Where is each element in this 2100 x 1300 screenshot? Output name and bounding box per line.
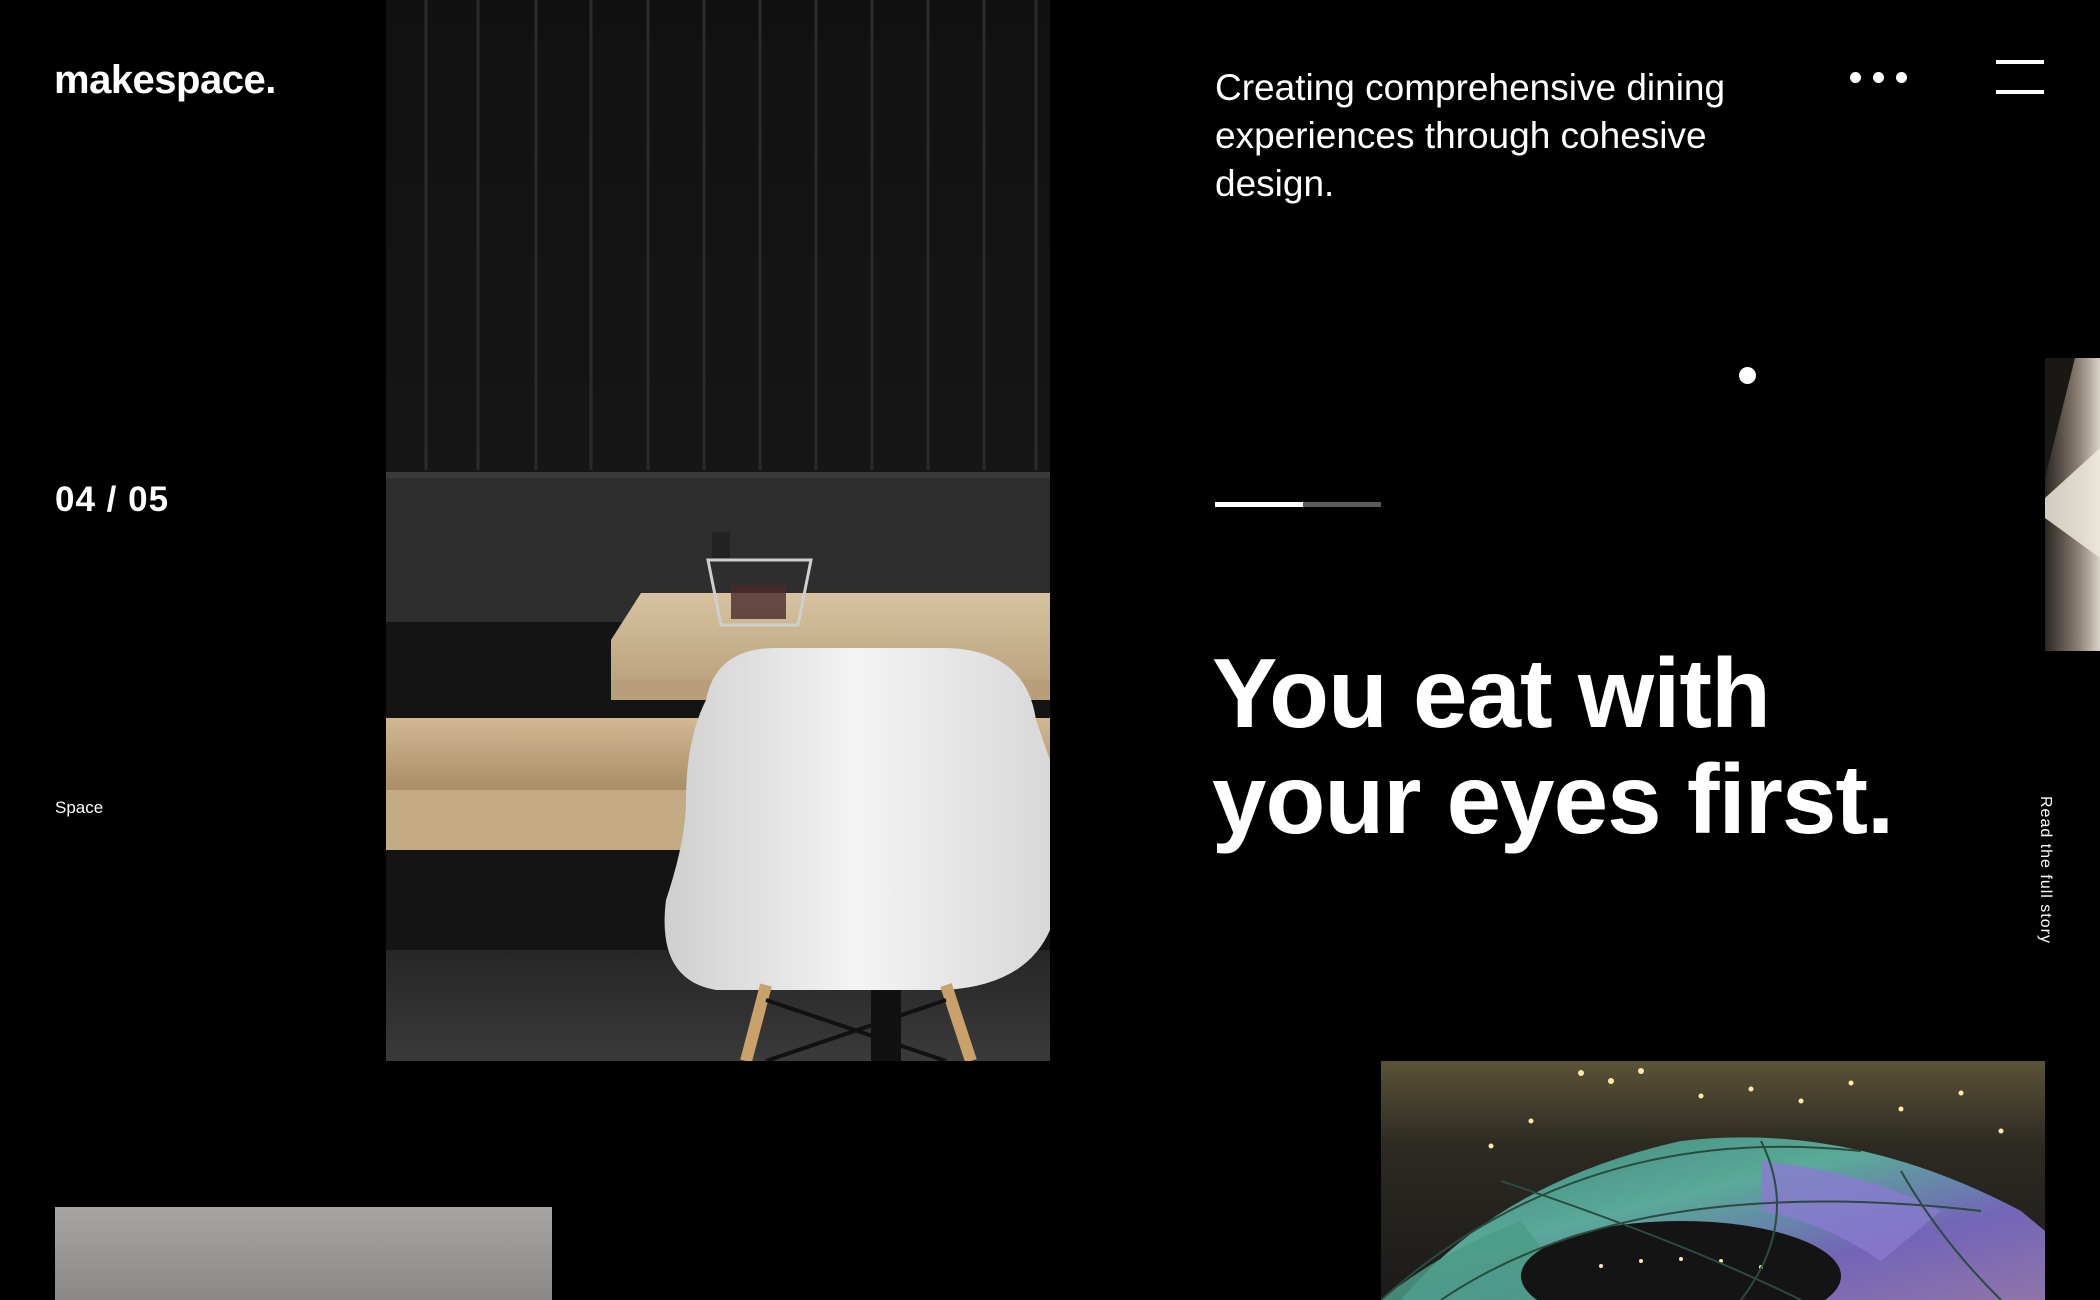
- dome-structure-photo: [1381, 1061, 2045, 1300]
- tagline: Creating comprehensive dining experience…: [1215, 67, 1726, 204]
- dot: [1850, 71, 1861, 83]
- dot: [1873, 71, 1884, 83]
- dome-image[interactable]: [1381, 1061, 2045, 1300]
- more-dots-icon[interactable]: [1850, 66, 1916, 88]
- menu-line: [1996, 60, 2044, 64]
- headline: You eat with your eyes first.: [1212, 640, 1972, 852]
- menu-line: [1996, 90, 2044, 94]
- read-story-link[interactable]: Read the full story: [2036, 796, 2054, 944]
- hero-image[interactable]: [386, 0, 1050, 1061]
- headline-line-2: your eyes first.: [1212, 744, 1894, 854]
- slide-counter: 04 / 05: [55, 480, 170, 519]
- slide-progress-bar: [1215, 502, 1381, 507]
- hamburger-menu-icon[interactable]: [1996, 60, 2044, 96]
- site-logo[interactable]: makespace.: [54, 58, 276, 103]
- next-slide-image[interactable]: [2045, 358, 2100, 651]
- dot: [1896, 71, 1907, 83]
- section-label: Space: [55, 798, 104, 817]
- thumbnail-image[interactable]: [55, 1207, 552, 1300]
- hallway-photo: [2045, 358, 2100, 651]
- headline-line-1: You eat with: [1212, 638, 1771, 748]
- slide-progress-fill: [1215, 502, 1303, 507]
- cursor-dot: [1739, 367, 1756, 384]
- dining-chair-photo: [386, 0, 1050, 1061]
